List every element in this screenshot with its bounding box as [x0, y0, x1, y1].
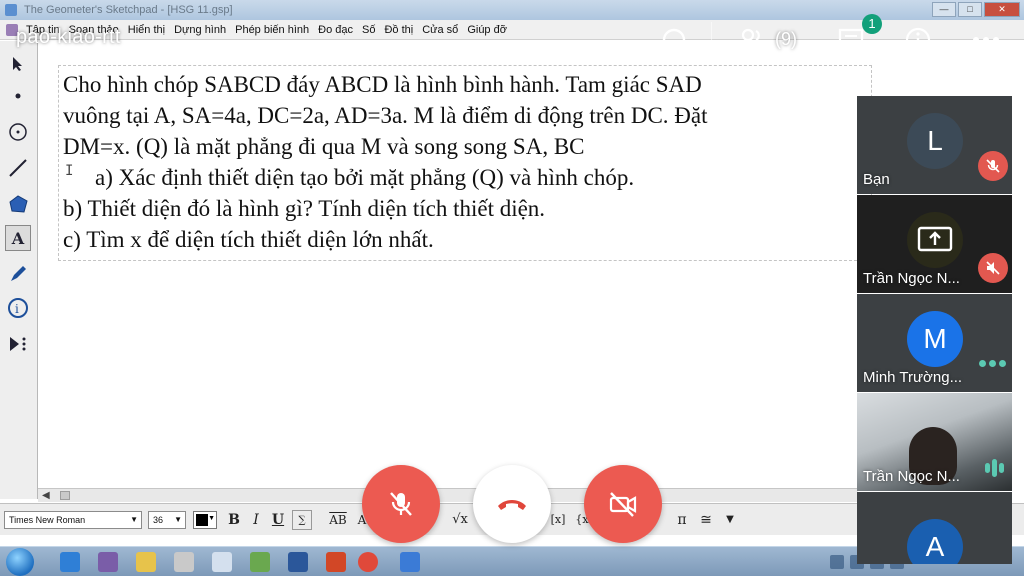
mic-off-icon	[390, 492, 412, 516]
menu-help[interactable]: Giúp đỡ	[467, 24, 507, 36]
custom-tool-icon[interactable]	[5, 331, 31, 357]
participant-name: Minh Trường...	[863, 369, 963, 386]
minimize-button[interactable]: —	[932, 2, 956, 17]
avatar	[907, 212, 963, 268]
avatar: L	[907, 113, 963, 169]
headphones-icon[interactable]	[656, 22, 692, 58]
chrome-taskbar-icon[interactable]	[358, 552, 378, 572]
participant-tile[interactable]: L Bạn	[857, 96, 1012, 194]
symbol-palette-icon[interactable]: ∑	[292, 510, 312, 530]
avatar: A	[907, 519, 963, 564]
screen-share-icon	[917, 226, 953, 252]
app-icon	[5, 4, 17, 16]
word-taskbar-icon[interactable]	[288, 552, 308, 572]
color-swatch	[196, 514, 208, 526]
text-color-picker[interactable]: ▼	[193, 511, 217, 529]
menu-display[interactable]: Hiển thị	[128, 24, 165, 36]
menu-graph[interactable]: Đồ thị	[384, 24, 413, 36]
chevron-down-icon: ▼	[174, 515, 182, 524]
window-title: The Geometer's Sketchpad - [HSG 11.gsp]	[24, 4, 233, 16]
participant-video-tile[interactable]: Trần Ngọc N...	[857, 393, 1012, 491]
camera-off-icon	[609, 492, 637, 517]
tray-icon[interactable]	[830, 555, 844, 569]
problem-text-box[interactable]: Cho hình chóp SABCD đáy ABCD là hình bìn…	[58, 65, 872, 261]
font-family-value: Times New Roman	[9, 515, 86, 525]
participant-name: Trần Ngọc N...	[863, 468, 960, 485]
menu-construct[interactable]: Dựng hình	[174, 24, 226, 36]
camera-toggle-button[interactable]	[584, 465, 662, 543]
horizontal-scrollbar[interactable]: ◀	[38, 488, 858, 502]
segment-notation-icon[interactable]: AB	[328, 510, 348, 530]
participant-name: Trần Ngọc N...	[863, 270, 960, 287]
problem-line-1: Cho hình chóp SABCD đáy ABCD là hình bìn…	[63, 72, 702, 97]
font-size-select[interactable]: 36 ▼	[148, 511, 186, 529]
more-symbols-chevron-icon[interactable]: ▼	[720, 510, 740, 530]
microphone-toggle-button[interactable]	[362, 465, 440, 543]
mic-muted-icon	[978, 253, 1008, 283]
menu-transform[interactable]: Phép biến hình	[235, 24, 309, 36]
problem-line-3: DM=x. (Q) là mặt phẳng đi qua M và song …	[63, 134, 585, 159]
ie-taskbar-icon[interactable]	[60, 552, 80, 572]
audio-level-icon	[985, 459, 1004, 477]
window-controls: — □ ✕	[932, 2, 1020, 17]
divider	[711, 22, 712, 56]
participant-count: (9)	[775, 29, 797, 49]
app-taskbar-icon[interactable]	[212, 552, 232, 572]
menu-number[interactable]: Số	[362, 24, 375, 36]
app-taskbar-icon[interactable]	[250, 552, 270, 572]
compass-tool-icon[interactable]	[5, 119, 31, 145]
sketchpad-taskbar-icon[interactable]	[98, 552, 118, 572]
powerpoint-taskbar-icon[interactable]	[326, 552, 346, 572]
problem-line-6: c) Tìm x để diện tích thiết diện lớn nhấ…	[63, 227, 434, 252]
hang-up-icon	[498, 500, 526, 510]
app-taskbar-icon[interactable]	[400, 552, 420, 572]
participant-tile[interactable]: M Minh Trường...	[857, 294, 1012, 392]
end-call-button[interactable]	[473, 465, 551, 543]
arrow-tool-icon[interactable]	[5, 51, 31, 77]
scroll-thumb[interactable]	[60, 491, 70, 500]
speaking-dots-icon	[979, 360, 1006, 367]
participant-tile[interactable]: Trần Ngọc N...	[857, 195, 1012, 293]
app-taskbar-icon[interactable]	[174, 552, 194, 572]
menu-window[interactable]: Cửa sổ	[422, 24, 458, 36]
close-button[interactable]: ✕	[984, 2, 1020, 17]
participant-name: Bạn	[863, 171, 890, 188]
avatar: M	[907, 311, 963, 367]
start-button-icon[interactable]	[6, 548, 34, 576]
maximize-button[interactable]: □	[958, 2, 982, 17]
font-family-select[interactable]: Times New Roman ▼	[4, 511, 142, 529]
problem-line-5: b) Thiết diện đó là hình gì? Tính diện t…	[63, 196, 546, 221]
information-tool-icon[interactable]: i	[5, 295, 31, 321]
pi-symbol-icon[interactable]: π	[672, 510, 692, 530]
people-icon[interactable]	[734, 22, 770, 58]
problem-line-4: a) Xác định thiết diện tạo bởi mặt phẳng…	[95, 165, 635, 190]
text-tool-icon[interactable]: A	[5, 225, 31, 251]
italic-button[interactable]: I	[246, 510, 266, 530]
underline-button[interactable]: U	[268, 510, 288, 530]
chat-unread-badge: 1	[862, 14, 882, 34]
tool-palette: A i	[0, 41, 38, 499]
menu-measure[interactable]: Đo đạc	[318, 24, 353, 36]
mic-muted-icon	[978, 151, 1008, 181]
problem-line-2: vuông tại A, SA=4a, DC=2a, AD=3a. M là đ…	[63, 103, 708, 128]
congruent-symbol-icon[interactable]: ≅	[696, 510, 716, 530]
svg-text:i: i	[15, 302, 19, 316]
bold-button[interactable]: B	[224, 510, 244, 530]
square-root-icon[interactable]: √x	[450, 510, 470, 530]
font-size-value: 36	[153, 515, 164, 525]
folder-taskbar-icon[interactable]	[136, 552, 156, 572]
more-options-icon[interactable]	[968, 22, 1004, 58]
straightedge-tool-icon[interactable]	[5, 155, 31, 181]
marker-tool-icon[interactable]	[5, 261, 31, 287]
chevron-down-icon: ▼	[208, 515, 215, 522]
ibeam-cursor-icon: I	[65, 163, 74, 179]
participant-tile[interactable]: A	[857, 492, 1012, 564]
info-icon[interactable]	[900, 22, 936, 58]
meeting-code: pao-kiao-rtt	[16, 26, 121, 48]
polygon-tool-icon[interactable]	[5, 191, 31, 217]
chevron-down-icon: ▼	[130, 515, 138, 524]
point-tool-icon[interactable]	[5, 83, 31, 109]
scroll-left-icon[interactable]: ◀	[42, 490, 50, 501]
floor-bracket-icon[interactable]: [x]	[548, 510, 568, 530]
